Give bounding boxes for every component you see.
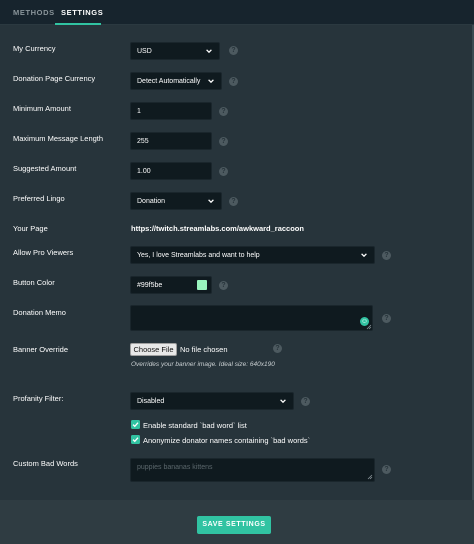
help-icon[interactable]: ? <box>229 46 238 55</box>
currency-label: My Currency <box>13 44 56 53</box>
page-currency-value: Detect Automatically <box>137 77 201 85</box>
max-message-input[interactable]: 255 <box>130 132 212 150</box>
page-currency-select[interactable]: Detect Automatically <box>130 72 222 90</box>
chevron-down-icon <box>280 399 286 404</box>
help-icon[interactable]: ? <box>273 344 282 353</box>
lingo-value: Donation <box>137 197 166 205</box>
help-icon[interactable]: ? <box>382 314 391 323</box>
your-page-label: Your Page <box>13 224 48 233</box>
donation-memo-textarea[interactable] <box>130 305 373 331</box>
save-settings-button[interactable]: SAVE SETTINGS <box>197 516 271 534</box>
min-amount-value: 1 <box>137 107 141 115</box>
choose-file-button[interactable]: Choose File <box>130 343 177 356</box>
tab-settings[interactable]: SETTINGS <box>61 0 103 25</box>
help-icon[interactable]: ? <box>382 465 391 474</box>
help-icon[interactable]: ? <box>229 197 238 206</box>
bad-word-list-checkbox[interactable] <box>131 420 140 429</box>
help-icon[interactable]: ? <box>382 251 391 260</box>
min-amount-input[interactable]: 1 <box>130 102 212 120</box>
profanity-filter-value: Disabled <box>137 397 165 405</box>
tab-methods[interactable]: METHODS <box>13 0 55 25</box>
color-swatch[interactable] <box>197 280 207 290</box>
pro-viewers-value: Yes, I love Streamlabs and want to help <box>137 251 260 259</box>
chevron-down-icon <box>206 49 212 54</box>
chevron-down-icon <box>361 253 367 258</box>
pro-viewers-label: Allow Pro Viewers <box>13 248 74 257</box>
help-icon[interactable]: ? <box>219 281 228 290</box>
help-icon[interactable]: ? <box>229 77 238 86</box>
max-message-value: 255 <box>137 137 149 145</box>
suggested-amount-input[interactable]: 1.00 <box>130 162 212 180</box>
currency-value: USD <box>137 47 152 55</box>
custom-bad-words-placeholder: puppies bananas kittens <box>137 464 213 471</box>
currency-select[interactable]: USD <box>130 42 220 60</box>
tab-bar: METHODS SETTINGS <box>0 0 474 25</box>
checkmark-icon <box>132 437 139 443</box>
donation-memo-label: Donation Memo <box>13 308 66 317</box>
custom-bad-words-label: Custom Bad Words <box>13 459 78 468</box>
lingo-label: Preferred Lingo <box>13 194 65 203</box>
chevron-down-icon <box>208 79 214 84</box>
banner-override-label: Banner Override <box>13 345 69 354</box>
checkmark-icon <box>132 422 139 428</box>
file-status: No file chosen <box>180 345 228 354</box>
lingo-select[interactable]: Donation <box>130 192 222 210</box>
help-icon[interactable]: ? <box>219 107 228 116</box>
custom-bad-words-textarea[interactable]: puppies bananas kittens <box>130 458 375 482</box>
anonymize-names-checkbox[interactable] <box>131 435 140 444</box>
resize-handle-icon[interactable] <box>366 324 372 330</box>
suggested-amount-value: 1.00 <box>137 167 151 175</box>
suggested-amount-label: Suggested Amount <box>13 164 77 173</box>
page-url-link[interactable]: https://twitch.streamlabs.com/awkward_ra… <box>131 224 304 233</box>
chevron-down-icon <box>208 199 214 204</box>
anonymize-names-label: Anonymize donator names containing `bad … <box>143 436 311 445</box>
banner-hint: Overrides your banner image. Ideal size:… <box>131 361 275 368</box>
min-amount-label: Minimum Amount <box>13 104 71 113</box>
button-color-value: #99f5be <box>137 281 163 289</box>
bad-word-list-label: Enable standard `bad word` list <box>143 421 247 430</box>
help-icon[interactable]: ? <box>219 137 228 146</box>
pro-viewers-select[interactable]: Yes, I love Streamlabs and want to help <box>130 246 375 264</box>
help-icon[interactable]: ? <box>219 167 228 176</box>
max-message-label: Maximum Message Length <box>13 134 104 143</box>
profanity-filter-label: Profanity Filter: <box>13 394 64 403</box>
resize-handle-icon[interactable] <box>367 474 373 480</box>
page-currency-label: Donation Page Currency <box>13 74 96 83</box>
button-color-label: Button Color <box>13 278 55 287</box>
help-icon[interactable]: ? <box>301 397 310 406</box>
profanity-filter-select[interactable]: Disabled <box>130 392 294 410</box>
